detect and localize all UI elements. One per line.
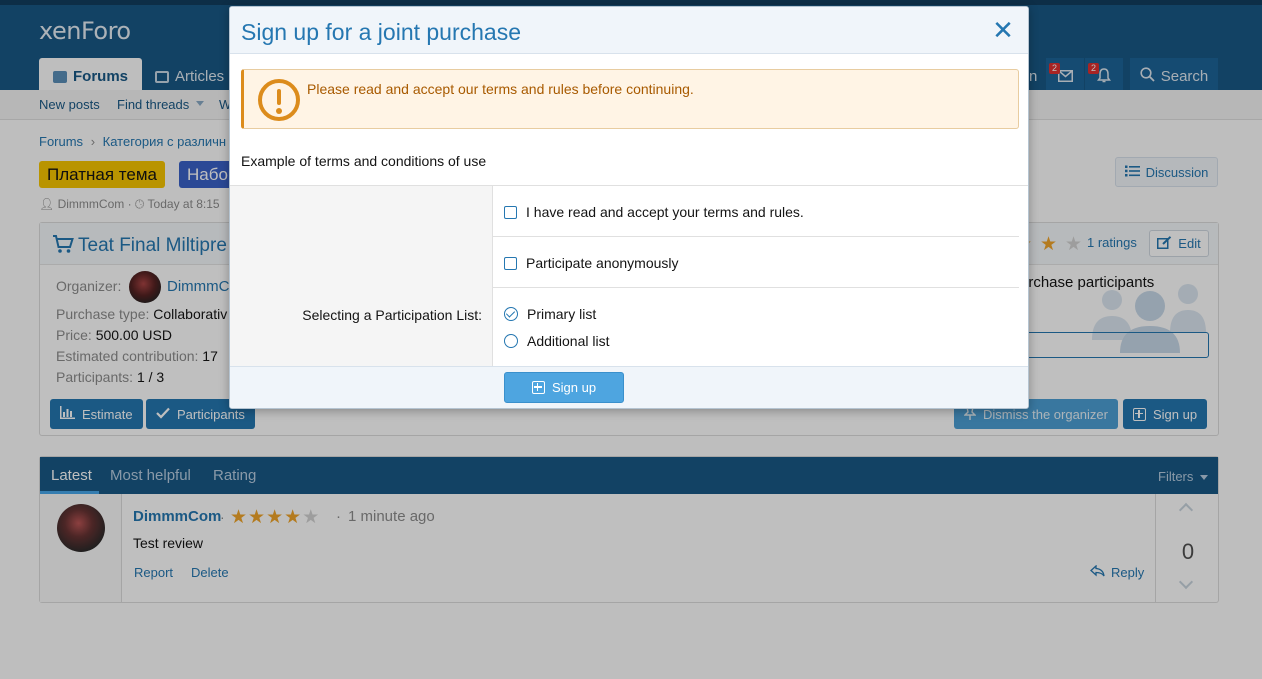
checkbox-unchecked-icon[interactable]: [504, 256, 517, 270]
plus-square-icon: [531, 381, 545, 394]
notice-text: Please read and accept our terms and rul…: [307, 81, 694, 97]
radio-checked-icon[interactable]: [504, 307, 518, 321]
terms-text: Example of terms and conditions of use: [241, 153, 487, 169]
warning-icon: [258, 79, 300, 121]
modal-footer: Sign up: [230, 366, 1028, 408]
primary-list-radio[interactable]: Primary list: [504, 306, 596, 322]
accept-terms-checkbox[interactable]: I have read and accept your terms and ru…: [504, 204, 804, 220]
additional-list-radio[interactable]: Additional list: [504, 333, 610, 349]
participation-list-label: Selecting a Participation List:: [302, 307, 482, 323]
anonymous-label: Participate anonymously: [526, 255, 679, 271]
modal-signup-button[interactable]: Sign up: [504, 372, 624, 403]
terms-notice: Please read and accept our terms and rul…: [241, 69, 1019, 129]
modal-title: Sign up for a joint purchase: [241, 19, 522, 45]
signup-modal: Sign up for a joint purchase ✕ Please re…: [229, 6, 1029, 409]
accept-terms-label: I have read and accept your terms and ru…: [526, 204, 804, 220]
close-icon[interactable]: ✕: [990, 17, 1016, 43]
radio-unchecked-icon[interactable]: [504, 334, 518, 348]
primary-list-label: Primary list: [527, 306, 597, 322]
additional-list-label: Additional list: [527, 333, 610, 349]
form-divider: [493, 236, 1019, 237]
modal-signup-label: Sign up: [551, 380, 597, 395]
signup-form: Selecting a Participation List: I have r…: [230, 185, 1028, 367]
checkbox-unchecked-icon[interactable]: [504, 205, 517, 219]
form-label-column: Selecting a Participation List:: [230, 186, 493, 367]
participate-anonymously-checkbox[interactable]: Participate anonymously: [504, 255, 679, 271]
form-divider: [493, 287, 1019, 288]
modal-header: Sign up for a joint purchase ✕: [230, 7, 1028, 54]
